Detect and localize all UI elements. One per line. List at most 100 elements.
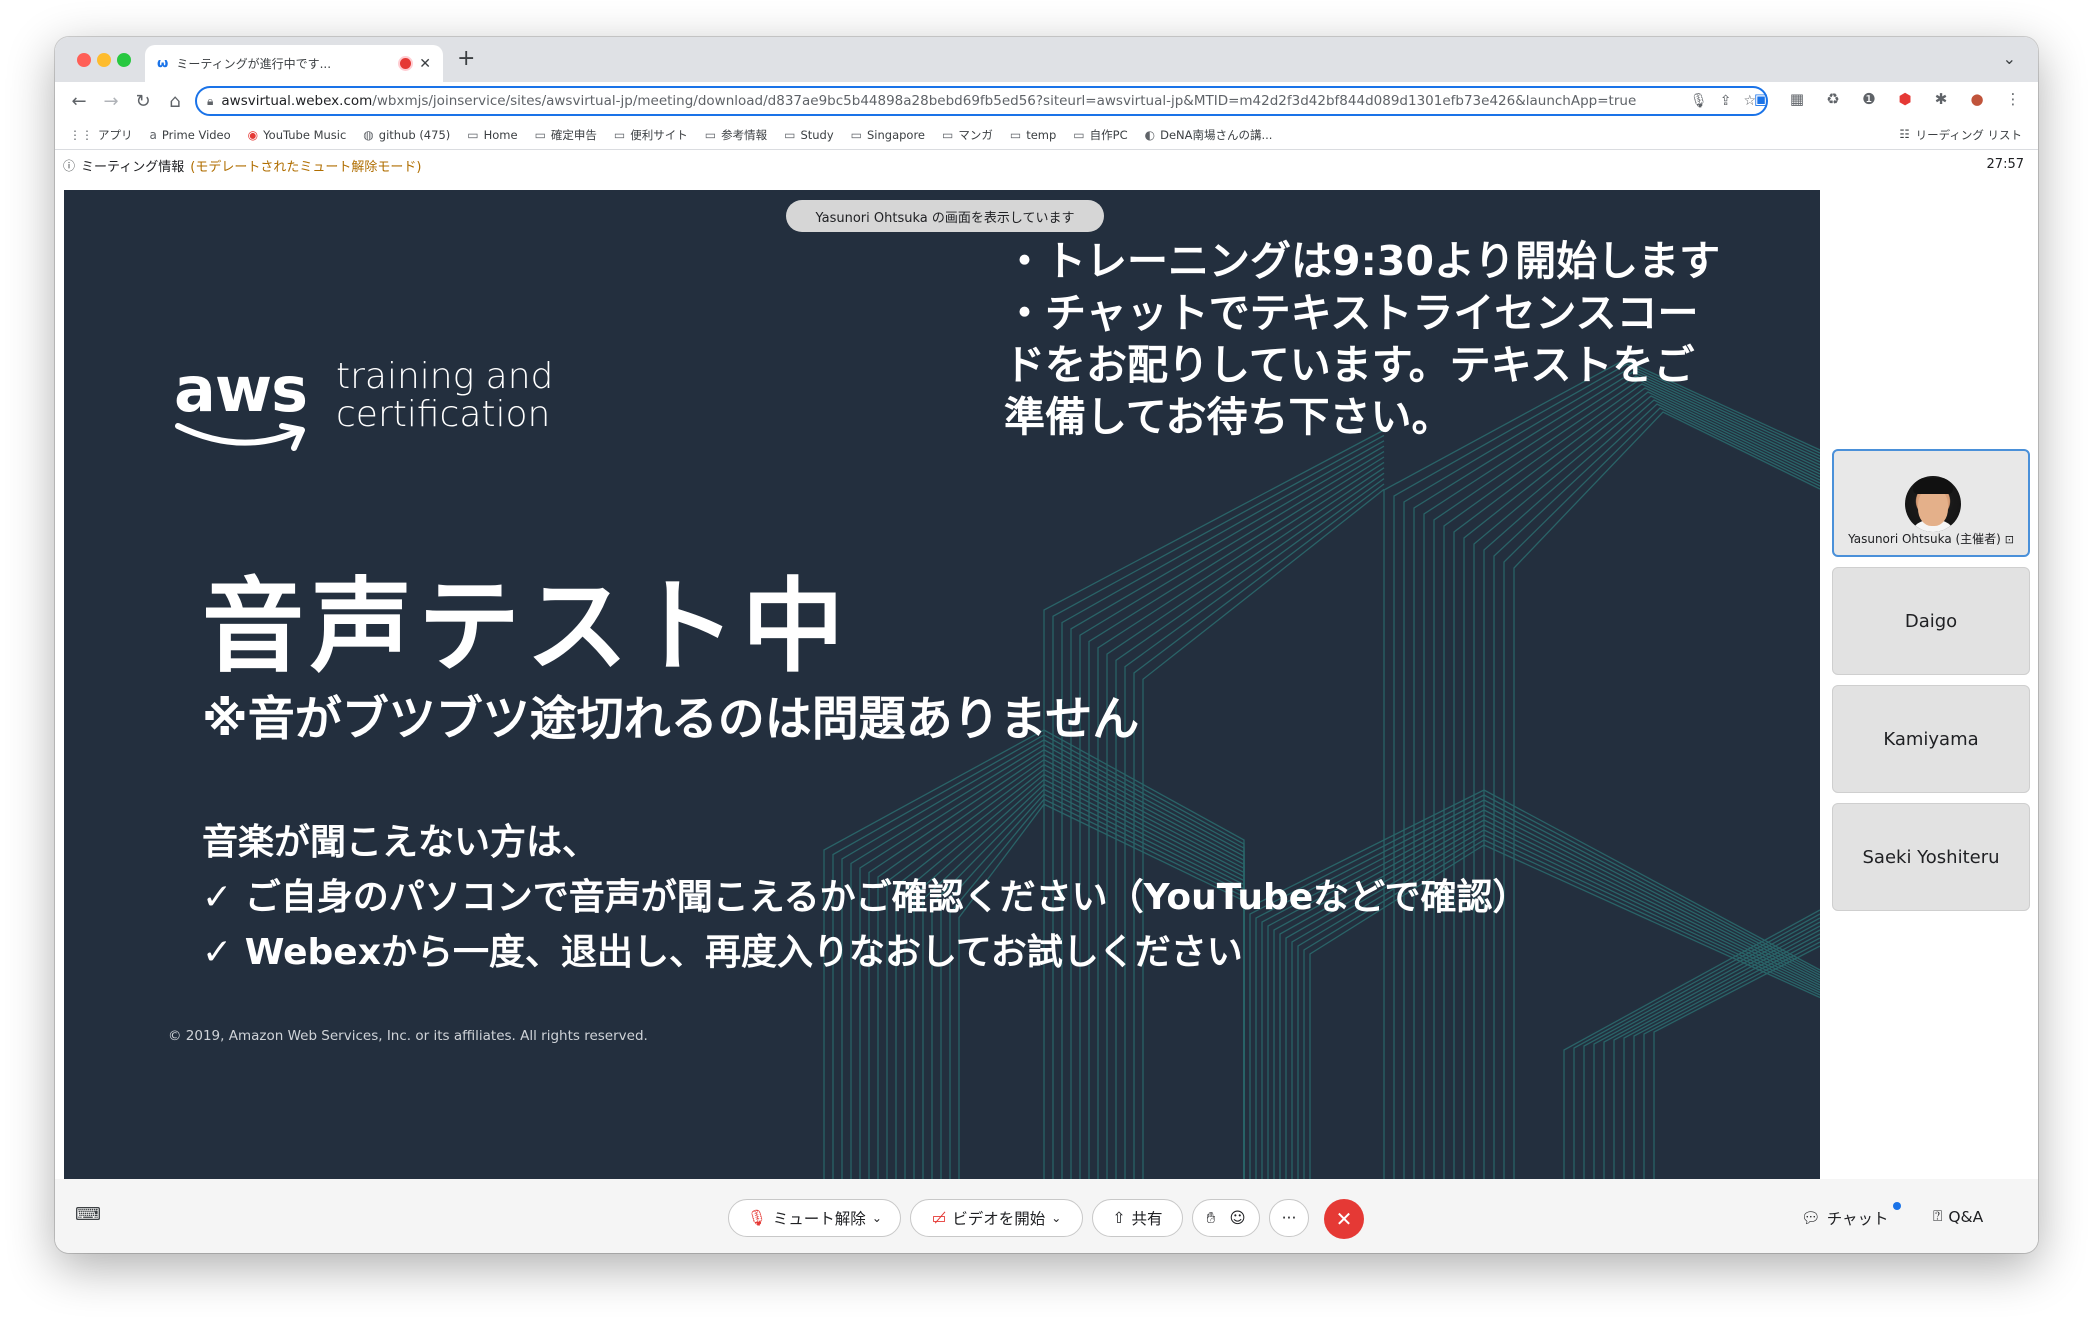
github-icon: ◍ — [363, 127, 374, 142]
bookmark-label: Prime Video — [161, 127, 231, 142]
bookmark-item[interactable]: ▭ 参考情報 — [705, 127, 767, 143]
qr-code-icon[interactable]: ▦ — [1786, 90, 1808, 108]
folder-icon: ▭ — [784, 127, 796, 142]
bookmark-item[interactable]: ▭ マンガ — [942, 127, 993, 143]
folder-icon: ▭ — [850, 127, 862, 142]
tab-search-chevron-icon[interactable]: ⌄ — [2003, 49, 2016, 68]
bookmark-label: 便利サイト — [630, 127, 688, 142]
emoji-reaction-icon[interactable]: ☺ — [1229, 1209, 1245, 1227]
home-icon[interactable]: ⌂ — [159, 91, 191, 112]
shared-screen[interactable]: Yasunori Ohtsuka の画面を表示しています aws trainin… — [64, 190, 1820, 1179]
reactions-group: ✋︎ ☺ — [1192, 1199, 1260, 1237]
bookmark-label: YouTube Music — [263, 127, 347, 142]
bookmark-item[interactable]: ◍ github (475) — [363, 128, 450, 142]
folder-icon: ▭ — [613, 127, 626, 142]
bookmark-item[interactable]: ▭ Study — [784, 128, 834, 142]
back-arrow-icon[interactable]: ← — [63, 91, 95, 112]
raise-hand-icon[interactable]: ✋︎ — [1206, 1209, 1215, 1228]
new-tab-button[interactable]: + — [457, 46, 475, 71]
microphone-icon[interactable]: 🎙︎ — [1690, 93, 1708, 109]
copyright-text: © 2019, Amazon Web Services, Inc. or its… — [168, 1028, 648, 1044]
participant-name: Daigo — [1904, 610, 1958, 632]
minimize-window-button[interactable] — [97, 53, 111, 67]
extension-1-icon[interactable]: ❶ — [1858, 90, 1880, 108]
training-notice: ・トレーニングは9:30より開始します ・チャットでテキストライセンスコー ドを… — [1004, 237, 1721, 441]
more-options-button[interactable]: ··· — [1269, 1199, 1309, 1237]
url-text: awsvirtual.webex.com/wbxmjs/joinservice/… — [221, 93, 1637, 109]
sharing-banner: Yasunori Ohtsuka の画面を表示しています — [786, 200, 1104, 232]
participant-tile[interactable]: Saeki Yoshiteru — [1832, 803, 2030, 911]
close-window-button[interactable] — [77, 53, 91, 67]
recording-icon — [400, 58, 412, 69]
info-icon[interactable]: ⓘ — [63, 157, 75, 174]
recycle-icon[interactable]: ♻ — [1822, 90, 1844, 108]
adblock-icon[interactable]: ⬢ — [1894, 90, 1916, 108]
bookmark-item[interactable]: ▭ Home — [467, 128, 517, 142]
meeting-info-bar: ⓘ ミーティング情報 (モデレートされたミュート解除モード) 27:57 — [55, 150, 2038, 180]
puzzle-extensions-icon[interactable]: ✱ — [1930, 90, 1952, 108]
qa-button[interactable]: ⍰ Q&A — [1933, 1207, 1983, 1226]
moderated-mode-label: (モデレートされたミュート解除モード) — [190, 159, 422, 175]
bookmark-item[interactable]: a Prime Video — [150, 128, 231, 142]
bookmark-item[interactable]: ▭ 自作PC — [1073, 127, 1127, 143]
bookmark-label: アプリ — [98, 127, 133, 142]
bookmark-item[interactable]: ▭ temp — [1010, 128, 1056, 142]
share-button[interactable]: ⇧ 共有 — [1092, 1199, 1183, 1237]
share-page-icon[interactable]: ⇪ — [1720, 93, 1732, 109]
slide-subtitle: ※音がブツブツ途切れるのは問題ありません — [202, 692, 1140, 747]
reading-list-button[interactable]: ☷ リーディング リスト — [1899, 127, 2022, 143]
video-off-icon: ▭̸ — [931, 1209, 947, 1227]
question-icon: ⍰ — [1933, 1207, 1943, 1225]
zoom-window-button[interactable] — [117, 53, 131, 67]
bookmark-label: マンガ — [958, 127, 993, 142]
unmute-button[interactable]: 🎙︎ ミュート解除 ⌄ — [728, 1199, 901, 1237]
youtube-music-icon: ◉ — [247, 127, 259, 142]
meeting-controls-bar: ⌨︎ 🎙︎ ミュート解除 ⌄ ▭̸ ビデオを開始 ⌄ ⇧ 共有 ✋︎ ☺ ···… — [55, 1179, 2038, 1253]
amazon-icon: a — [149, 127, 157, 142]
bookmark-item[interactable]: ⋮⋮ アプリ — [69, 127, 133, 143]
close-icon: ✕ — [1335, 1207, 1353, 1231]
browser-window: ⍵ ミーティングが進行中です... ✕ + ⌄ ← → ↻ ⌂ 🔒︎ awsvi… — [55, 37, 2038, 1253]
participant-tile[interactable]: Daigo — [1832, 567, 2030, 675]
troubleshooting-text: 音楽が聞こえない方は、 ✓ ご自身のパソコンで音声が聞こえるかご確認ください（Y… — [202, 822, 1529, 973]
bookmark-item[interactable]: ▭ 便利サイト — [614, 127, 688, 143]
extension-s-icon[interactable]: ▣ — [1750, 90, 1772, 108]
bookmark-label: 確定申告 — [550, 127, 597, 142]
host-screen-icon: ⊡ — [2004, 533, 2014, 546]
chevron-down-icon: ⌄ — [1051, 1211, 1062, 1225]
tab-close-icon[interactable]: ✕ — [419, 56, 431, 72]
browser-menu-icon[interactable]: ⋮ — [2002, 90, 2024, 108]
captions-icon[interactable]: ⌨︎ — [75, 1204, 101, 1225]
bookmark-item[interactable]: ▭ 確定申告 — [535, 127, 597, 143]
extensions-bar: ▣ ▦ ♻ ❶ ⬢ ✱ ● ⋮ — [1750, 90, 2024, 108]
bookmark-item[interactable]: ◐ DeNA南場さんの講... — [1145, 127, 1273, 143]
participant-name: Kamiyama — [1883, 728, 1979, 750]
bookmark-item[interactable]: ◉ YouTube Music — [248, 128, 347, 142]
tab-webex-meeting[interactable]: ⍵ ミーティングが進行中です... ✕ — [145, 45, 443, 82]
bookmark-label: Study — [800, 127, 834, 142]
tab-title: ミーティングが進行中です... — [176, 57, 332, 71]
meeting-timer: 27:57 — [1986, 157, 2024, 172]
participant-tile-host[interactable]: Yasunori Ohtsuka (主催者) ⊡ — [1832, 449, 2030, 557]
webex-favicon-icon: ⍵ — [157, 56, 169, 71]
reload-icon[interactable]: ↻ — [127, 91, 159, 112]
bookmark-label: github (475) — [378, 127, 451, 142]
meeting-info-link[interactable]: ミーティング情報 — [81, 156, 184, 175]
chevron-down-icon: ⌄ — [871, 1211, 882, 1225]
aws-logo-subtitle: training and certification — [336, 356, 554, 435]
aws-logo-text: aws — [174, 353, 308, 426]
share-screen-icon: ⇧ — [1112, 1209, 1126, 1227]
start-video-button[interactable]: ▭̸ ビデオを開始 ⌄ — [910, 1199, 1083, 1237]
forward-arrow-icon[interactable]: → — [95, 91, 127, 112]
chat-button[interactable]: 💬︎ チャット — [1801, 1202, 1901, 1229]
participant-name: Yasunori Ohtsuka (主催者) ⊡ — [1848, 532, 2014, 546]
muted-microphone-icon: 🎙︎ — [747, 1209, 767, 1227]
participant-panel: Yasunori Ohtsuka (主催者) ⊡ Daigo Kamiyama … — [1832, 449, 2030, 921]
bookmark-item[interactable]: ▭ Singapore — [851, 128, 925, 142]
unread-indicator — [1892, 1202, 1901, 1210]
profile-avatar-icon[interactable]: ● — [1966, 90, 1988, 108]
lock-icon: 🔒︎ — [207, 93, 214, 108]
participant-tile[interactable]: Kamiyama — [1832, 685, 2030, 793]
leave-meeting-button[interactable]: ✕ — [1324, 1199, 1364, 1239]
address-bar[interactable]: 🔒︎ awsvirtual.webex.com/wbxmjs/joinservi… — [195, 86, 1768, 116]
